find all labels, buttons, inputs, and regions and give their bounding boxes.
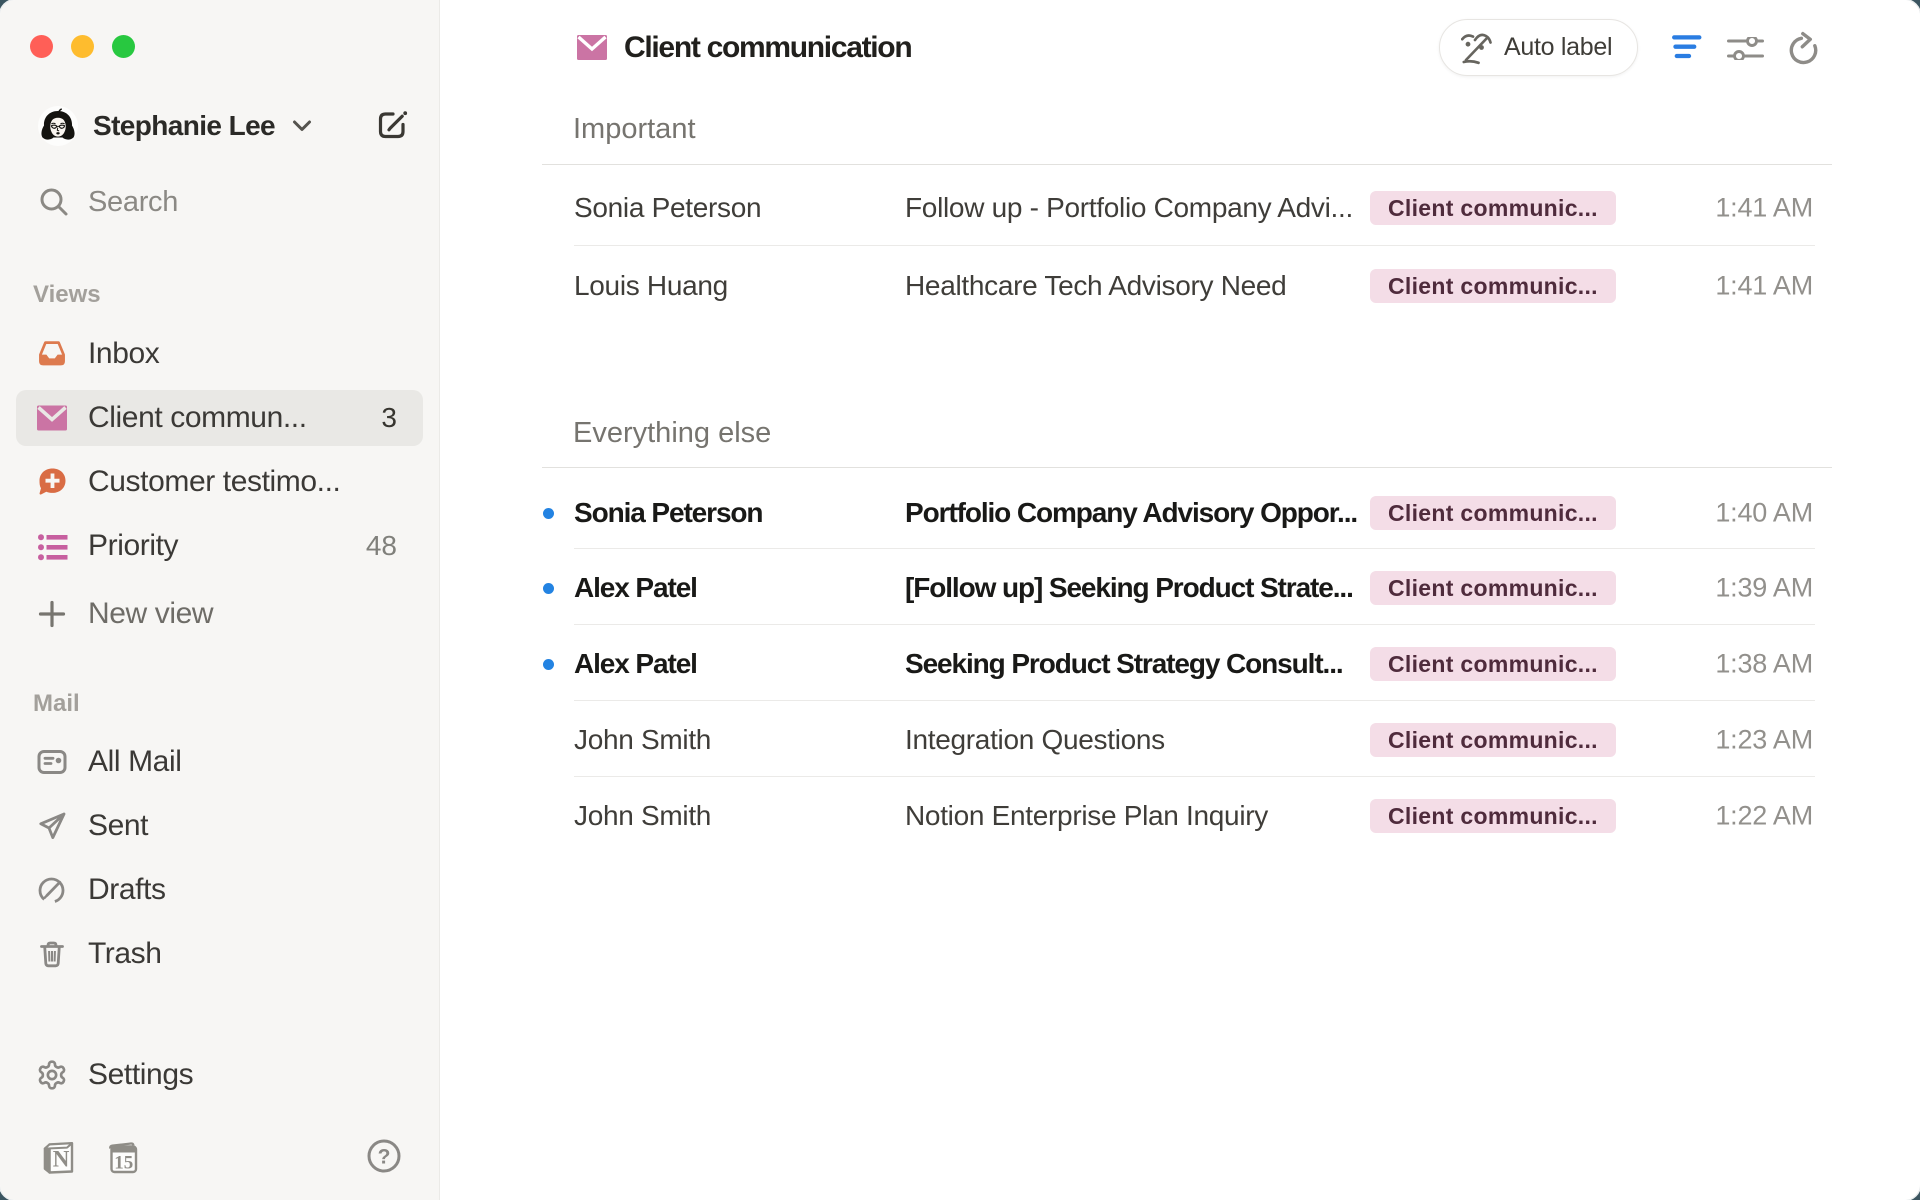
svg-text:N: N: [53, 1147, 70, 1172]
svg-text:15: 15: [114, 1153, 133, 1174]
svg-text:?: ?: [378, 1146, 391, 1169]
